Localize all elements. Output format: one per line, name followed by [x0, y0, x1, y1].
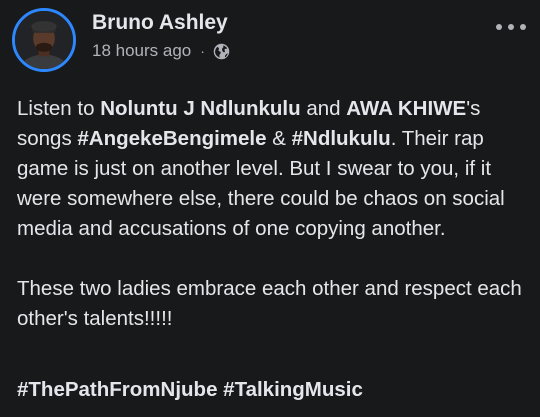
text-run: and	[300, 97, 347, 120]
post-text: Listen to Noluntu J Ndlunkulu and AWA KH…	[17, 94, 529, 334]
avatar-image	[15, 11, 73, 69]
hashtag-talkingmusic[interactable]: #TalkingMusic	[223, 378, 363, 401]
more-options-button[interactable]	[496, 20, 526, 34]
post-meta: 18 hours ago ·	[92, 41, 230, 61]
post-paragraph-2: These two ladies embrace each other and …	[17, 277, 522, 330]
text-run: &	[266, 127, 292, 150]
mention-awa-khiwe[interactable]: AWA KHIWE	[346, 97, 466, 120]
meta-separator: ·	[200, 43, 205, 59]
post-paragraph-1: Listen to Noluntu J Ndlunkulu and AWA KH…	[17, 94, 529, 244]
mention-noluntu[interactable]: Noluntu J Ndlunkulu	[100, 97, 300, 120]
author-name[interactable]: Bruno Ashley	[92, 11, 228, 35]
post-header: Bruno Ashley 18 hours ago ·	[0, 0, 540, 80]
post-timestamp[interactable]: 18 hours ago	[92, 41, 191, 61]
avatar[interactable]	[12, 8, 76, 72]
hashtag-ndlukulu[interactable]: #Ndlukulu	[292, 127, 391, 150]
text-run: Listen to	[17, 97, 101, 120]
hashtag-angekebengimele[interactable]: #AngekeBengimele	[77, 127, 266, 150]
hashtag-thepathfromnjube[interactable]: #ThePathFromNjube	[17, 378, 217, 401]
globe-icon[interactable]	[213, 43, 230, 60]
more-horizontal-icon-dot	[508, 24, 514, 30]
more-horizontal-icon-dot	[496, 24, 502, 30]
more-horizontal-icon-dot	[520, 24, 526, 30]
post-hashtags: #ThePathFromNjube #TalkingMusic	[17, 378, 363, 402]
